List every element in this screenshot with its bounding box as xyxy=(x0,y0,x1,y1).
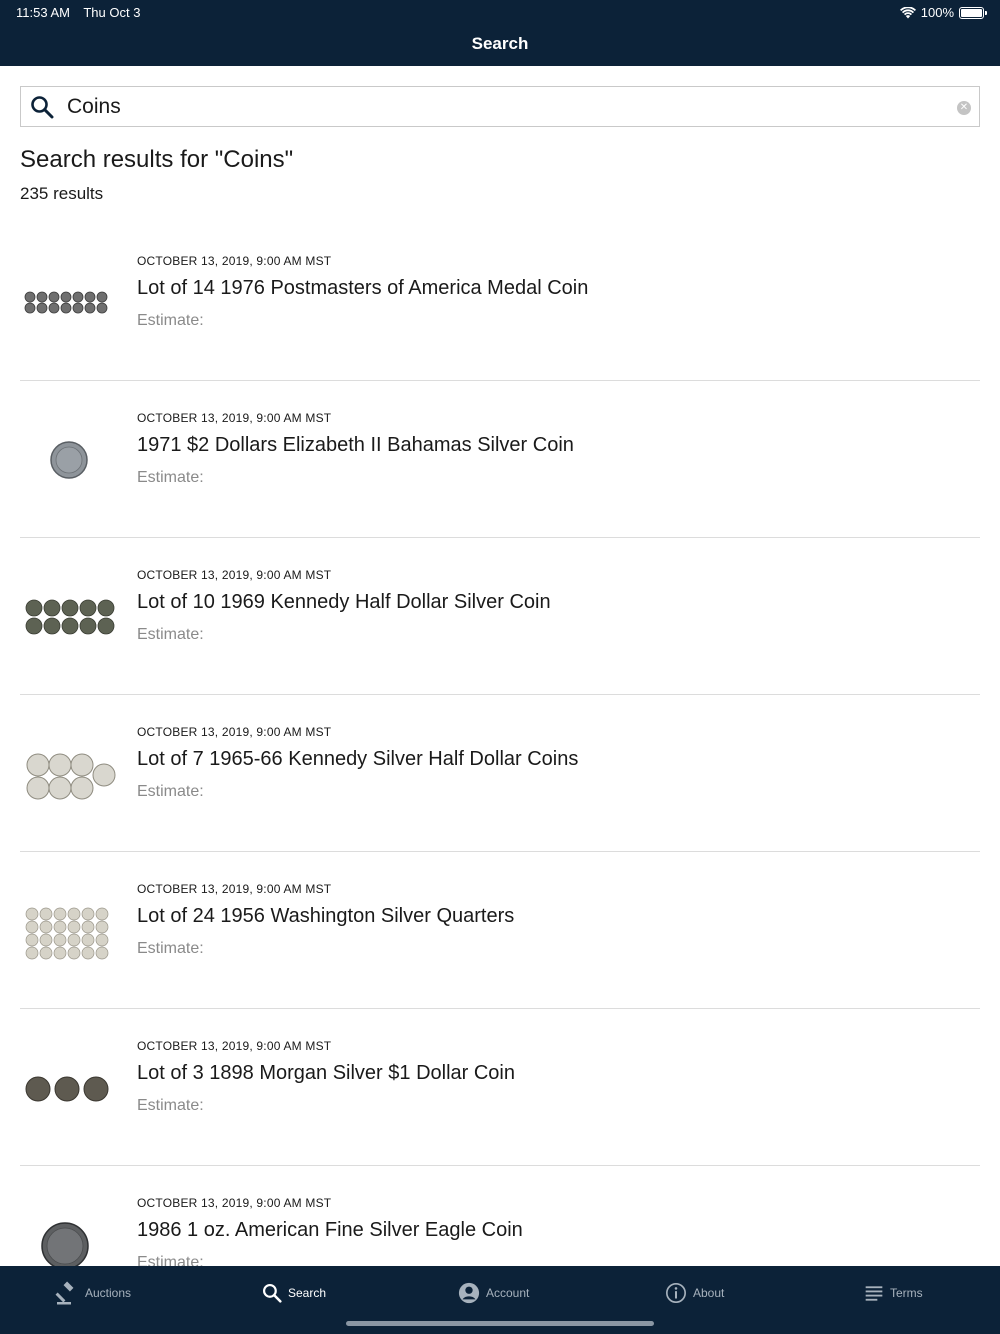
list-icon xyxy=(865,1286,883,1301)
tab-terms[interactable]: Terms xyxy=(864,1280,923,1306)
search-input[interactable] xyxy=(67,91,947,123)
status-time: 11:53 AM xyxy=(16,5,70,20)
list-item[interactable]: OCTOBER 13, 2019, 9:00 AM MST Lot of 3 1… xyxy=(20,1009,980,1166)
search-field[interactable]: ✕ xyxy=(20,86,980,127)
gavel-icon xyxy=(55,1281,74,1305)
item-date: OCTOBER 13, 2019, 9:00 AM MST xyxy=(137,411,332,425)
coin-thumbnail xyxy=(50,441,88,479)
list-item[interactable]: OCTOBER 13, 2019, 9:00 AM MST Lot of 7 1… xyxy=(20,695,980,852)
list-item[interactable]: OCTOBER 13, 2019, 9:00 AM MST Lot of 10 … xyxy=(20,538,980,695)
clear-search-icon[interactable]: ✕ xyxy=(957,101,971,115)
tab-label: About xyxy=(693,1286,725,1300)
status-bar-left: 11:53 AM Thu Oct 3 xyxy=(16,5,150,20)
account-icon xyxy=(458,1282,480,1304)
item-date: OCTOBER 13, 2019, 9:00 AM MST xyxy=(137,725,332,739)
results-count: 235 results xyxy=(20,184,104,203)
tab-about[interactable]: About xyxy=(665,1280,724,1306)
item-date: OCTOBER 13, 2019, 9:00 AM MST xyxy=(137,882,332,896)
item-estimate: Estimate: xyxy=(137,1097,204,1114)
coin-thumbnail xyxy=(25,907,109,960)
status-date: Thu Oct 3 xyxy=(83,5,141,20)
list-item[interactable]: OCTOBER 13, 2019, 9:00 AM MST 1986 1 oz.… xyxy=(20,1166,980,1266)
item-title[interactable]: Lot of 24 1956 Washington Silver Quarter… xyxy=(137,905,514,928)
coin-thumbnail xyxy=(41,1222,89,1266)
item-estimate: Estimate: xyxy=(137,312,204,329)
home-indicator xyxy=(346,1321,654,1326)
item-date: OCTOBER 13, 2019, 9:00 AM MST xyxy=(137,254,332,268)
page-title: Search xyxy=(471,34,529,53)
tab-auctions[interactable]: Auctions xyxy=(55,1280,131,1306)
tab-label: Search xyxy=(288,1286,327,1300)
list-item[interactable]: OCTOBER 13, 2019, 9:00 AM MST Lot of 24 … xyxy=(20,852,980,1009)
tab-search[interactable]: Search xyxy=(262,1280,326,1306)
results-heading: Search results for "Coins" xyxy=(20,146,294,173)
tab-label: Auctions xyxy=(85,1286,132,1300)
search-icon xyxy=(31,96,54,119)
item-title[interactable]: Lot of 7 1965-66 Kennedy Silver Half Dol… xyxy=(137,748,578,771)
item-title[interactable]: Lot of 10 1969 Kennedy Half Dollar Silve… xyxy=(137,591,551,614)
battery-percent: 100% xyxy=(920,5,954,20)
item-title[interactable]: 1971 $2 Dollars Elizabeth II Bahamas Sil… xyxy=(137,434,574,457)
coin-thumbnail xyxy=(25,1076,109,1102)
item-date: OCTOBER 13, 2019, 9:00 AM MST xyxy=(137,1196,332,1210)
list-item[interactable]: OCTOBER 13, 2019, 9:00 AM MST Lot of 14 … xyxy=(20,224,980,381)
search-icon xyxy=(263,1284,282,1303)
list-item[interactable]: OCTOBER 13, 2019, 9:00 AM MST 1971 $2 Do… xyxy=(20,381,980,538)
wifi-icon xyxy=(899,6,916,18)
battery-icon xyxy=(959,6,987,19)
tab-account[interactable]: Account xyxy=(458,1280,529,1306)
coin-thumbnail xyxy=(26,753,116,800)
item-estimate: Estimate: xyxy=(137,940,204,957)
status-bar-right: 100% xyxy=(899,5,987,20)
results-list: OCTOBER 13, 2019, 9:00 AM MST Lot of 14 … xyxy=(20,224,980,1266)
item-date: OCTOBER 13, 2019, 9:00 AM MST xyxy=(137,1039,332,1053)
tab-label: Terms xyxy=(890,1286,923,1300)
app-header: 11:53 AM Thu Oct 3 100% Search xyxy=(0,0,1000,66)
item-estimate: Estimate: xyxy=(137,469,204,486)
item-title[interactable]: Lot of 14 1976 Postmasters of America Me… xyxy=(137,277,588,300)
tab-label: Account xyxy=(486,1286,530,1300)
item-estimate: Estimate: xyxy=(137,1254,204,1266)
info-icon xyxy=(666,1283,686,1303)
item-estimate: Estimate: xyxy=(137,626,204,643)
coin-thumbnail xyxy=(25,599,115,635)
coin-thumbnail xyxy=(24,291,108,314)
item-title[interactable]: Lot of 3 1898 Morgan Silver $1 Dollar Co… xyxy=(137,1062,515,1085)
item-title[interactable]: 1986 1 oz. American Fine Silver Eagle Co… xyxy=(137,1219,523,1242)
item-date: OCTOBER 13, 2019, 9:00 AM MST xyxy=(137,568,332,582)
item-estimate: Estimate: xyxy=(137,783,204,800)
